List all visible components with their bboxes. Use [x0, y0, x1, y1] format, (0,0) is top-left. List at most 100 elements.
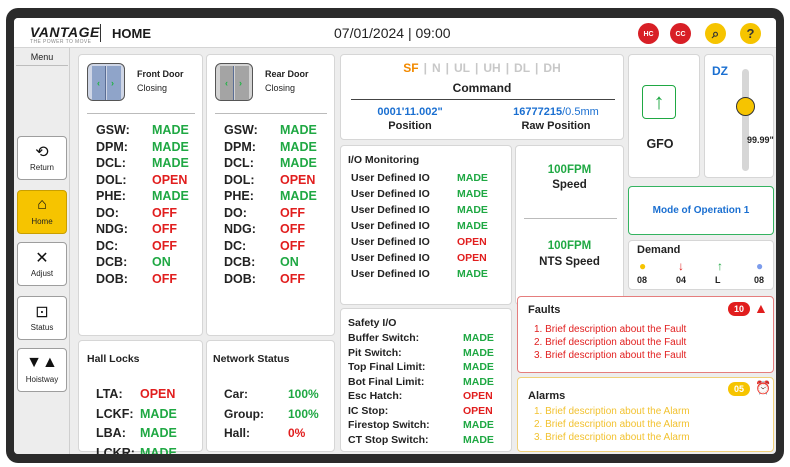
- status-row: DO: OFF: [96, 205, 177, 220]
- divider: [524, 218, 617, 219]
- search-icon: ⌕: [711, 26, 720, 41]
- menu-divider: [16, 65, 68, 66]
- mode-of-operation-panel: Mode of Operation 1: [628, 186, 774, 235]
- faults-title: Faults: [528, 304, 561, 316]
- rear-door-icon: ‹ ›: [215, 63, 253, 101]
- status-key: CT Stop Switch:: [348, 433, 429, 446]
- status-row: LCKF: MADE: [96, 406, 177, 421]
- mode-n[interactable]: N: [432, 61, 441, 75]
- network-status-panel: Network Status Car: 100% Group: 100% Hall: 0%: [206, 340, 335, 452]
- status-value: OPEN: [140, 387, 176, 401]
- speed-label: Speed: [552, 179, 587, 191]
- help-button[interactable]: ?: [740, 23, 761, 44]
- mode-of-operation-label: Mode of Operation 1: [652, 205, 750, 216]
- arrow-up-icon[interactable]: ↑: [642, 85, 676, 119]
- status-row: Hall: 0%: [224, 426, 305, 440]
- status-key: Pit Switch:: [348, 346, 402, 359]
- command-mode-row: SF | N | UL | UH | DL | DH: [341, 61, 623, 75]
- status-row: Pit Switch: MADE: [348, 346, 494, 359]
- status-value: ON: [152, 255, 171, 269]
- status-key: GSW:: [224, 123, 258, 137]
- status-key: DO:: [224, 205, 247, 220]
- status-key: User Defined IO: [351, 252, 430, 264]
- status-value: OPEN: [457, 236, 487, 248]
- rear-door-state: Closing: [265, 83, 296, 93]
- warning-icon: ▲: [754, 300, 768, 316]
- status-key: DO:: [96, 205, 119, 220]
- status-key: Buffer Switch:: [348, 332, 420, 344]
- status-row: User Defined IO OPEN: [351, 236, 487, 248]
- mode-sf[interactable]: SF: [403, 61, 418, 75]
- status-key: DOB:: [96, 271, 128, 286]
- lock-icon: CC: [675, 31, 686, 38]
- status-value: MADE: [152, 139, 189, 154]
- menu-item-adjust[interactable]: ✕ Adjust: [17, 242, 67, 286]
- status-value: OPEN: [463, 404, 493, 417]
- demand-title: Demand: [637, 244, 681, 256]
- hoistway-icon: ▼▲: [26, 354, 58, 371]
- car-call-lock-button[interactable]: CC: [670, 23, 691, 44]
- front-door-panel: ‹ › Front Door Closing GSW: MADE DPM: MADE DC…: [78, 54, 203, 336]
- mode-dh[interactable]: DH: [543, 61, 560, 75]
- arrow-down-icon: ↓: [678, 259, 684, 273]
- header-divider: [100, 24, 101, 42]
- menu-item-label: Status: [30, 323, 54, 332]
- status-key: PHE:: [224, 189, 254, 203]
- status-key: DCL:: [224, 156, 254, 170]
- menu-item-return[interactable]: ⟲ Return: [17, 136, 67, 180]
- status-key: LCKF:: [96, 406, 134, 421]
- status-row: Buffer Switch: MADE: [348, 332, 494, 344]
- status-row: GSW: MADE: [224, 123, 317, 137]
- status-key: DC:: [224, 238, 247, 253]
- status-row: DOL: OPEN: [224, 173, 315, 187]
- alarms-panel[interactable]: Alarms 05 ⏰ 1. Brief description about t…: [517, 377, 774, 452]
- speed-value: 100FPM: [547, 164, 592, 176]
- alarm-item: 3. Brief description about the Alarm: [534, 432, 690, 443]
- dz-slider-knob[interactable]: [736, 97, 755, 116]
- mode-uh[interactable]: UH: [483, 61, 500, 75]
- dz-slider-track[interactable]: [742, 69, 749, 171]
- alarms-title: Alarms: [528, 390, 566, 402]
- status-key: User Defined IO: [351, 188, 430, 200]
- mode-dl[interactable]: DL: [514, 61, 530, 75]
- faults-count-badge: 10: [728, 302, 750, 316]
- tools-icon: ✕: [35, 250, 49, 267]
- rear-door-header: ‹ › Rear Door Closing: [215, 63, 323, 101]
- status-key: DCB:: [224, 255, 256, 269]
- speed-panel: 100FPM Speed 100FPM NTS Speed: [515, 145, 624, 305]
- side-menu: Menu ⟲ Return ⌂ Home ✕ Adjust ⊡ Status ▼…: [14, 48, 70, 454]
- status-key: DCL:: [96, 156, 126, 170]
- menu-item-status[interactable]: ⊡ Status: [17, 296, 67, 340]
- status-key: LTA:: [96, 387, 123, 401]
- status-value: MADE: [152, 123, 189, 137]
- status-key: PHE:: [96, 189, 126, 203]
- front-door-name: Front Door: [137, 69, 184, 79]
- faults-panel[interactable]: Faults 10 ▲ 1. Brief description about t…: [517, 296, 774, 373]
- status-key: LCKR:: [96, 445, 135, 455]
- status-row: DCB: ON: [224, 255, 299, 269]
- search-button[interactable]: ⌕: [705, 23, 726, 44]
- dz-label: DZ: [712, 64, 728, 78]
- mode-separator: |: [423, 61, 427, 75]
- hall-locks-title: Hall Locks: [87, 353, 140, 365]
- rear-door-name: Rear Door: [265, 69, 309, 79]
- mode-ul[interactable]: UL: [454, 61, 470, 75]
- command-label: Command: [452, 81, 512, 95]
- status-value: MADE: [280, 189, 317, 203]
- status-row: DCB: ON: [96, 255, 171, 269]
- demand-value: 08: [637, 275, 648, 285]
- demand-value: 04: [676, 275, 687, 285]
- status-row: User Defined IO MADE: [351, 268, 488, 280]
- status-icon: ⊡: [35, 304, 49, 321]
- demand-panel: Demand ● 08 ↓ 04 ↑ L ● 08: [628, 240, 774, 290]
- status-value: MADE: [463, 361, 494, 373]
- status-value: MADE: [280, 123, 317, 137]
- status-key: NDG:: [224, 222, 256, 236]
- status-row: LTA: OPEN: [96, 387, 175, 401]
- status-key: DC:: [96, 238, 119, 253]
- hall-call-lock-button[interactable]: HC: [638, 23, 659, 44]
- alarms-count-badge: 05: [728, 382, 750, 396]
- menu-item-hoistway[interactable]: ▼▲ Hoistway: [17, 348, 67, 392]
- status-row: DC: OFF: [96, 238, 177, 253]
- menu-item-home[interactable]: ⌂ Home: [17, 190, 67, 234]
